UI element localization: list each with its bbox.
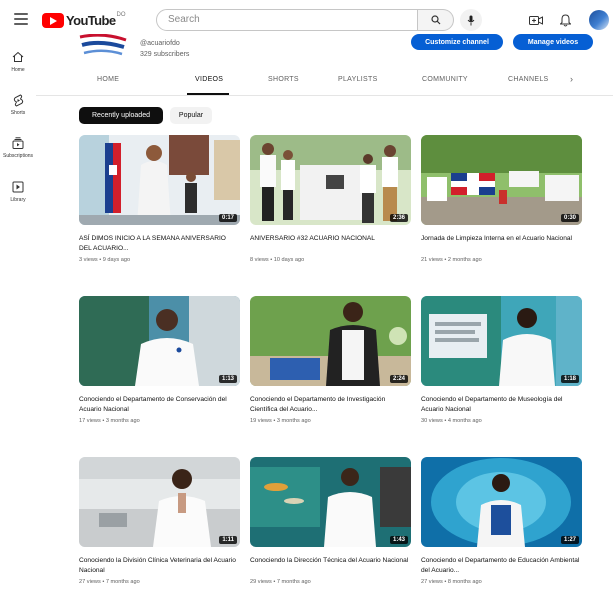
video-duration: 1:27 <box>560 536 579 544</box>
rail-label: Shorts <box>10 110 26 116</box>
video-title[interactable]: Conociendo la División Clínica Veterinar… <box>79 556 240 576</box>
video-thumbnail[interactable]: 2:24 <box>250 296 411 386</box>
video-meta: 8 views • 10 days ago <box>250 257 305 263</box>
video-title[interactable]: Conociendo el Departamento de Educación … <box>421 556 582 576</box>
video-meta: 21 views • 2 months ago <box>421 257 482 263</box>
create-button[interactable] <box>527 11 545 29</box>
youtube-play-icon <box>42 12 64 28</box>
video-title[interactable]: ANIVERSARIO #32 ACUARIO NACIONAL <box>250 234 411 254</box>
video-meta: 19 views • 3 months ago <box>250 418 311 424</box>
tab-videos[interactable]: VIDEOS <box>195 76 223 83</box>
tab-community[interactable]: COMMUNITY <box>422 76 468 83</box>
bell-icon <box>559 13 571 26</box>
video-duration: 1:13 <box>218 375 237 383</box>
video-duration: 1:11 <box>219 536 237 544</box>
video-duration: 1:43 <box>389 536 408 544</box>
video-meta: 29 views • 7 months ago <box>250 579 311 585</box>
logo-text: YouTube <box>66 12 116 28</box>
voice-search-button[interactable] <box>460 9 482 31</box>
video-thumbnail[interactable]: 0:30 <box>421 135 582 225</box>
rail-item-library[interactable]: Library <box>0 180 36 216</box>
video-thumbnail[interactable]: 1:11 <box>79 457 240 547</box>
video-title[interactable]: ASÍ DIMOS INICIO A LA SEMANA ANIVERSARIO… <box>79 234 240 254</box>
channel-banner-logo <box>78 34 128 60</box>
video-duration: 2:36 <box>389 214 408 222</box>
chip-recently-uploaded[interactable]: Recently uploaded <box>79 107 163 124</box>
create-video-icon <box>529 15 543 25</box>
youtube-logo[interactable]: YouTube DO <box>42 11 125 29</box>
video-duration: 0:30 <box>560 214 579 222</box>
rail-label: Subscriptions <box>2 153 33 159</box>
video-title[interactable]: Jornada de Limpieza Interna en el Acuari… <box>421 234 582 254</box>
customize-channel-button[interactable]: Customize channel <box>411 34 503 50</box>
library-icon <box>11 180 25 194</box>
search-icon <box>430 15 440 25</box>
tab-playlists[interactable]: PLAYLISTS <box>338 76 378 83</box>
video-thumbnail[interactable]: 0:17 <box>79 135 240 225</box>
video-title[interactable]: Conociendo la Dirección Técnica del Acua… <box>250 556 411 576</box>
video-title[interactable]: Conociendo el Departamento de Conservaci… <box>79 395 240 415</box>
video-thumbnail[interactable]: 2:36 <box>250 135 411 225</box>
tab-shorts[interactable]: SHORTS <box>268 76 299 83</box>
subscriber-count: 329 subscribers <box>140 51 190 58</box>
rail-item-home[interactable]: Home <box>0 50 36 86</box>
rail-label: Library <box>10 197 26 203</box>
video-thumbnail[interactable]: 1:27 <box>421 457 582 547</box>
video-duration: 1:18 <box>560 375 579 383</box>
tab-home[interactable]: HOME <box>97 76 119 83</box>
rail-label: Home <box>11 67 25 73</box>
chip-popular[interactable]: Popular <box>170 107 212 124</box>
video-title[interactable]: Conociendo el Departamento de Investigac… <box>250 395 411 415</box>
video-duration: 2:24 <box>389 375 408 383</box>
account-avatar[interactable] <box>589 10 609 30</box>
video-meta: 3 views • 9 days ago <box>79 257 131 263</box>
video-meta: 27 views • 8 months ago <box>421 579 482 585</box>
channel-tabs: HOME VIDEOS SHORTS PLAYLISTS COMMUNITY C… <box>36 68 613 96</box>
video-duration: 0:17 <box>218 214 237 222</box>
chevron-right-icon[interactable]: › <box>570 74 573 84</box>
video-thumbnail[interactable]: 1:18 <box>421 296 582 386</box>
tab-channels[interactable]: CHANNELS <box>508 76 549 83</box>
microphone-icon <box>467 15 475 25</box>
video-meta: 30 views • 4 months ago <box>421 418 482 424</box>
hamburger-menu-icon[interactable] <box>14 13 28 25</box>
shorts-icon <box>11 93 25 107</box>
video-meta: 27 views • 7 months ago <box>79 579 140 585</box>
video-thumbnail[interactable]: 1:13 <box>79 296 240 386</box>
video-title[interactable]: Conociendo el Departamento de Museología… <box>421 395 582 415</box>
logo-country-code: DO <box>116 12 126 18</box>
search-button[interactable] <box>418 9 454 31</box>
active-tab-indicator <box>187 93 229 95</box>
search-input[interactable]: Search <box>156 9 418 31</box>
video-thumbnail[interactable]: 1:43 <box>250 457 411 547</box>
manage-videos-button[interactable]: Manage videos <box>513 34 593 50</box>
subscriptions-icon <box>11 136 25 150</box>
notifications-button[interactable] <box>556 11 574 29</box>
home-icon <box>11 50 25 64</box>
channel-handle: @acuariofdo <box>140 40 180 47</box>
video-meta: 17 views • 3 months ago <box>79 418 140 424</box>
rail-item-shorts[interactable]: Shorts <box>0 93 36 129</box>
rail-item-subscriptions[interactable]: Subscriptions <box>0 136 36 172</box>
